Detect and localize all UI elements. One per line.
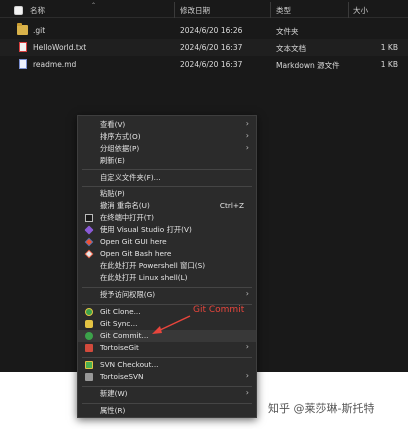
- menu-item-label: 撤消 重命名(U): [100, 201, 150, 210]
- menu-item-paste[interactable]: 粘贴(P): [78, 188, 256, 200]
- git-sync-icon: [85, 320, 93, 328]
- menu-item-open-visual-studio[interactable]: 使用 Visual Studio 打开(V): [78, 224, 256, 236]
- menu-item-label: 自定义文件夹(F)...: [100, 173, 161, 182]
- menu-item-label: 授予访问权限(G): [100, 290, 156, 299]
- file-size: 1 KB: [380, 60, 398, 69]
- menu-item-git-sync[interactable]: Git Sync...: [78, 318, 256, 330]
- menu-separator: [82, 186, 252, 187]
- file-row[interactable]: HelloWorld.txt 2024/6/20 16:37 文本文档 1 KB: [0, 39, 408, 56]
- sort-caret-icon: ⌃: [91, 2, 97, 9]
- menu-item-open-terminal[interactable]: 在终端中打开(T): [78, 212, 256, 224]
- file-row[interactable]: readme.md 2024/6/20 16:37 Markdown 源文件 1…: [0, 56, 408, 73]
- menu-separator: [82, 357, 252, 358]
- select-all-checkbox[interactable]: [14, 6, 23, 15]
- annotation-label: Git Commit: [193, 305, 245, 315]
- chevron-right-icon: ›: [245, 342, 249, 351]
- file-name: readme.md: [33, 60, 77, 69]
- file-type: 文本文档: [276, 44, 306, 53]
- watermark: 知乎 @莱莎琳-斯托特: [268, 402, 375, 415]
- visual-studio-icon: [84, 225, 94, 235]
- file-modified: 2024/6/20 16:37: [180, 60, 243, 69]
- menu-item-customize-folder[interactable]: 自定义文件夹(F)...: [78, 172, 256, 184]
- chevron-right-icon: ›: [245, 371, 249, 380]
- menu-item-label: 在终端中打开(T): [100, 213, 154, 222]
- markdown-file-icon: [19, 59, 27, 69]
- column-size[interactable]: 大小: [353, 5, 368, 16]
- menu-item-label: 使用 Visual Studio 打开(V): [100, 225, 192, 234]
- column-divider[interactable]: [174, 2, 175, 18]
- menu-item-new[interactable]: 新建(W) ›: [78, 388, 256, 400]
- menu-separator: [82, 386, 252, 387]
- menu-item-label: 在此处打开 Linux shell(L): [100, 273, 188, 282]
- column-divider[interactable]: [348, 2, 349, 18]
- file-name: HelloWorld.txt: [33, 43, 87, 52]
- column-divider[interactable]: [270, 2, 271, 18]
- file-row[interactable]: .git 2024/6/20 16:26 文件夹: [0, 22, 408, 39]
- menu-item-label: Git Sync...: [100, 319, 138, 328]
- menu-item-label: 新建(W): [100, 389, 128, 398]
- shortcut-label: Ctrl+Z: [219, 201, 244, 210]
- chevron-right-icon: ›: [245, 143, 249, 152]
- tortoise-svn-icon: [85, 373, 93, 381]
- menu-item-git-gui[interactable]: Open Git GUI here: [78, 236, 256, 248]
- svn-checkout-icon: [85, 361, 93, 369]
- menu-item-group[interactable]: 分组依据(P) ›: [78, 143, 256, 155]
- menu-item-label: TortoiseGit: [100, 343, 139, 352]
- chevron-right-icon: ›: [245, 131, 249, 140]
- chevron-right-icon: ›: [245, 388, 249, 397]
- column-name[interactable]: 名称: [30, 5, 45, 16]
- menu-item-label: Open Git Bash here: [100, 249, 172, 258]
- menu-item-label: 粘贴(P): [100, 189, 125, 198]
- menu-item-label: 刷新(E): [100, 156, 125, 165]
- menu-item-label: SVN Checkout...: [100, 360, 159, 369]
- menu-item-label: Git Commit...: [100, 331, 149, 340]
- menu-item-label: TortoiseSVN: [100, 372, 144, 381]
- terminal-icon: [85, 214, 93, 222]
- menu-item-label: 在此处打开 Powershell 窗口(S): [100, 261, 206, 270]
- menu-item-open-linux-shell[interactable]: 在此处打开 Linux shell(L): [78, 272, 256, 284]
- menu-item-open-powershell[interactable]: 在此处打开 Powershell 窗口(S): [78, 260, 256, 272]
- chevron-right-icon: ›: [245, 119, 249, 128]
- file-name: .git: [33, 26, 46, 35]
- tortoise-git-icon: [85, 344, 93, 352]
- file-size: 1 KB: [380, 43, 398, 52]
- file-modified: 2024/6/20 16:26: [180, 26, 243, 35]
- menu-separator: [82, 169, 252, 170]
- menu-item-label: 查看(V): [100, 120, 126, 129]
- chevron-right-icon: ›: [245, 289, 249, 298]
- git-clone-icon: [85, 308, 93, 316]
- menu-item-tortoise-svn[interactable]: TortoiseSVN ›: [78, 371, 256, 383]
- file-type: Markdown 源文件: [276, 61, 340, 70]
- menu-item-label: 排序方式(O): [100, 132, 141, 141]
- context-menu: 查看(V) › 排序方式(O) › 分组依据(P) › 刷新(E) 自定义文件夹…: [77, 115, 257, 418]
- menu-item-label: 属性(R): [100, 406, 126, 415]
- menu-separator: [82, 287, 252, 288]
- git-bash-icon: [84, 249, 94, 259]
- menu-item-label: 分组依据(P): [100, 144, 140, 153]
- menu-separator: [82, 403, 252, 404]
- menu-item-git-bash[interactable]: Open Git Bash here: [78, 248, 256, 260]
- file-modified: 2024/6/20 16:37: [180, 43, 243, 52]
- menu-item-view[interactable]: 查看(V) ›: [78, 119, 256, 131]
- menu-item-properties[interactable]: 属性(R): [78, 405, 256, 417]
- column-header: 名称 ⌃ 修改日期 类型 大小: [0, 2, 408, 18]
- menu-item-git-commit[interactable]: Git Commit...: [78, 330, 256, 342]
- menu-item-sort[interactable]: 排序方式(O) ›: [78, 131, 256, 143]
- folder-icon: [17, 23, 28, 35]
- column-type[interactable]: 类型: [276, 5, 291, 16]
- text-file-icon: [19, 42, 27, 52]
- menu-item-tortoise-git[interactable]: TortoiseGit ›: [78, 342, 256, 354]
- git-commit-icon: [85, 332, 93, 340]
- menu-item-grant-access[interactable]: 授予访问权限(G) ›: [78, 289, 256, 301]
- menu-item-label: Git Clone...: [100, 307, 141, 316]
- menu-item-svn-checkout[interactable]: SVN Checkout...: [78, 359, 256, 371]
- menu-item-label: Open Git GUI here: [100, 237, 167, 246]
- menu-item-refresh[interactable]: 刷新(E): [78, 155, 256, 167]
- file-type: 文件夹: [276, 27, 299, 36]
- menu-item-undo[interactable]: 撤消 重命名(U) Ctrl+Z: [78, 200, 256, 212]
- git-gui-icon: [84, 237, 94, 247]
- column-modified[interactable]: 修改日期: [180, 5, 210, 16]
